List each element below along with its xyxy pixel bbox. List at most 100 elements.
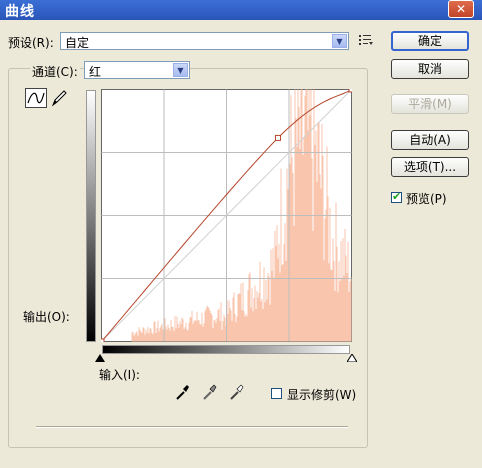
histogram-bar: [212, 328, 214, 342]
window-title: 曲线: [5, 4, 35, 20]
histogram-bar: [341, 279, 343, 342]
histogram-bar: [258, 293, 260, 342]
histogram-bar: [328, 263, 330, 342]
histogram-bar: [220, 302, 222, 342]
histogram-bar: [178, 327, 180, 342]
histogram-bar: [170, 319, 172, 342]
histogram-bar: [213, 320, 215, 342]
histogram-bar: [235, 322, 237, 342]
histogram-bar: [140, 331, 142, 342]
preview-label: 预览(P): [406, 192, 447, 206]
cancel-button[interactable]: 取消: [391, 59, 469, 79]
histogram-bar: [221, 330, 223, 342]
histogram-bar: [175, 328, 177, 342]
pencil-icon[interactable]: [49, 88, 71, 108]
white-slider-icon[interactable]: [347, 354, 357, 362]
histogram-bar: [287, 189, 289, 342]
histogram-bar: [145, 329, 147, 342]
histogram-bar: [239, 293, 241, 342]
histogram-bar: [141, 332, 143, 342]
preset-select[interactable]: 自定 ▼: [60, 32, 349, 50]
histogram-bar: [237, 294, 239, 342]
smooth-button[interactable]: 平滑(M): [391, 94, 469, 114]
histogram-bar: [334, 290, 336, 342]
options-button[interactable]: 选项(T)...: [391, 157, 469, 177]
histogram-bar: [275, 246, 277, 342]
histogram-bar: [302, 154, 304, 342]
histogram-bar: [207, 306, 209, 342]
histogram-bar: [158, 331, 160, 342]
auto-button[interactable]: 自动(A): [391, 130, 469, 150]
input-label: 输入(I):: [99, 368, 140, 382]
histogram-bar: [338, 261, 340, 342]
chevron-down-icon[interactable]: ▼: [332, 34, 347, 48]
list-menu-icon[interactable]: [358, 33, 374, 47]
channel-select[interactable]: 红 ▼: [84, 61, 190, 79]
histogram-bar: [159, 327, 161, 342]
histogram-bar: [204, 311, 206, 342]
preset-label: 预设(R):: [8, 36, 54, 50]
histogram-bar: [187, 330, 189, 342]
histogram-bar: [222, 321, 224, 342]
histogram-bar: [193, 321, 195, 342]
histogram-bar: [249, 272, 251, 342]
input-gradient-bar: [102, 345, 350, 354]
curve-point[interactable]: [274, 134, 281, 141]
histogram-bar: [252, 311, 254, 342]
histogram-bar: [291, 157, 293, 342]
histogram-bar: [322, 155, 324, 342]
histogram-bar: [191, 310, 193, 342]
divider: [36, 426, 348, 428]
histogram-bar: [340, 241, 342, 342]
histogram-bar: [231, 320, 233, 342]
black-eyedropper-icon[interactable]: [174, 383, 192, 401]
chevron-down-icon[interactable]: ▼: [173, 63, 188, 77]
histogram-bar: [242, 282, 244, 342]
histogram-bar: [281, 265, 283, 342]
histogram-bar: [292, 172, 294, 342]
histogram-bar: [278, 243, 280, 342]
black-slider-icon[interactable]: [95, 354, 105, 362]
curve-point[interactable]: [101, 338, 105, 342]
histogram-bar: [318, 122, 320, 342]
histogram-bar: [270, 249, 272, 342]
histogram-bar: [165, 326, 167, 342]
histogram-bar: [309, 115, 311, 342]
white-eyedropper-icon[interactable]: [228, 383, 246, 401]
histogram-bar: [135, 332, 137, 342]
histogram-bar: [245, 313, 247, 342]
histogram-bar: [148, 333, 150, 342]
histogram-bar: [180, 324, 182, 342]
ok-button[interactable]: 确定: [391, 31, 469, 51]
histogram-bar: [223, 314, 225, 342]
histogram-bar: [325, 209, 327, 342]
curves-graph[interactable]: [101, 89, 352, 342]
histogram-bar: [250, 307, 252, 342]
histogram-bar: [152, 334, 154, 342]
histogram-bar: [176, 316, 178, 342]
histogram-bar: [236, 316, 238, 342]
close-button[interactable]: ✕: [448, 0, 474, 18]
histogram-bar: [349, 281, 351, 342]
histogram-bar: [144, 334, 146, 342]
histogram-bar: [260, 301, 262, 342]
gray-eyedropper-icon[interactable]: [201, 383, 219, 401]
show-clipping-checkbox[interactable]: [271, 388, 282, 399]
curve-point[interactable]: [348, 89, 352, 93]
title-bar[interactable]: 曲线 ✕: [0, 0, 482, 20]
histogram-bar: [142, 327, 144, 342]
preview-checkbox[interactable]: ✔: [391, 190, 402, 203]
histogram-bar: [232, 297, 234, 342]
histogram-bar: [240, 283, 242, 342]
histogram-bar: [197, 320, 199, 342]
histogram-bar: [257, 297, 259, 342]
histogram-bar: [132, 331, 134, 342]
histogram-bar: [295, 118, 297, 342]
histogram-bar: [149, 328, 151, 342]
histogram-bar: [164, 318, 166, 342]
histogram-bar: [146, 332, 148, 342]
histogram-bar: [243, 311, 245, 342]
histogram-bar: [238, 293, 240, 342]
histogram-bar: [267, 272, 269, 342]
curve-tool-icon[interactable]: [25, 88, 47, 108]
